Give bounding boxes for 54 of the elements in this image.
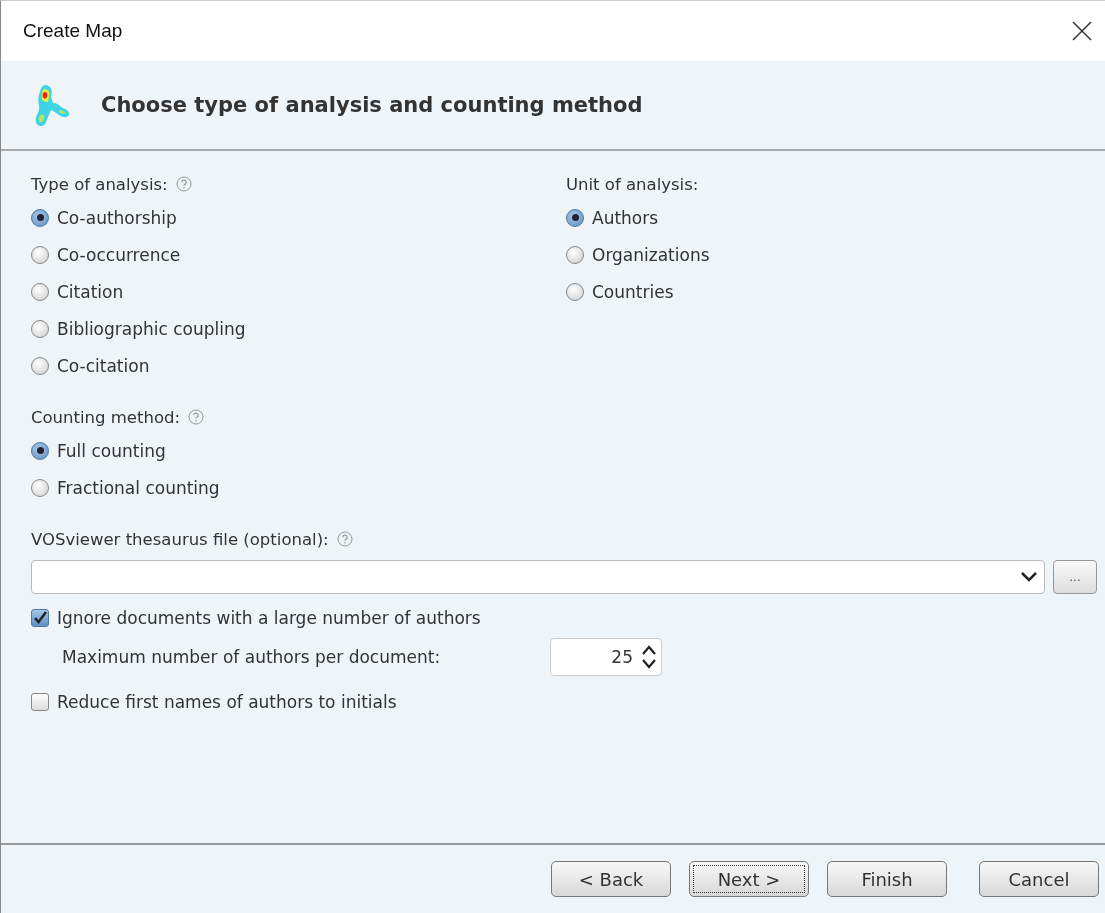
radio-label[interactable]: Co-occurrence — [57, 244, 181, 265]
up-down-arrows-icon[interactable] — [641, 644, 657, 670]
radio-button[interactable] — [31, 245, 49, 264]
radio-label[interactable]: Authors — [592, 207, 659, 228]
radio-button[interactable] — [31, 356, 49, 375]
radio-button[interactable] — [566, 208, 584, 227]
help-icon[interactable] — [175, 176, 192, 192]
section-label: Type of analysis: — [31, 173, 168, 196]
dialog-button[interactable]: Next > — [689, 861, 809, 897]
field-label: Maximum number of authors per document: — [62, 647, 442, 667]
radio-option[interactable]: Bibliographic coupling — [31, 310, 566, 347]
dialog-button[interactable]: Cancel — [979, 861, 1099, 897]
radio-button[interactable] — [566, 282, 584, 301]
page-heading: Choose type of analysis and counting method — [101, 93, 643, 117]
max-authors-spinner[interactable]: 25 — [550, 638, 662, 676]
radio-button[interactable] — [31, 478, 49, 497]
radio-option[interactable]: Co-authorship — [31, 199, 566, 236]
window-title: Create Map — [23, 20, 123, 42]
section-label: VOSviewer thesaurus file (optional): — [31, 528, 329, 551]
checkbox[interactable] — [31, 609, 49, 627]
radio-label[interactable]: Organizations — [592, 244, 710, 265]
radio-option[interactable]: Authors — [566, 199, 710, 236]
dialog-button[interactable]: Finish — [827, 861, 947, 897]
checkbox[interactable] — [31, 693, 49, 711]
section-label: Unit of analysis: — [566, 173, 699, 196]
radio-option[interactable]: Full counting — [31, 432, 1105, 469]
radio-label[interactable]: Fractional counting — [57, 477, 220, 498]
radio-label[interactable]: Citation — [57, 281, 124, 302]
radio-option[interactable]: Citation — [31, 273, 566, 310]
radio-button[interactable] — [31, 319, 49, 338]
radio-label[interactable]: Bibliographic coupling — [57, 318, 246, 339]
dialog-button[interactable]: < Back — [551, 861, 671, 897]
chevron-down-icon — [1020, 571, 1038, 583]
help-icon[interactable] — [188, 409, 205, 425]
radio-option[interactable]: Fractional counting — [31, 469, 1105, 506]
close-icon[interactable] — [1071, 20, 1093, 42]
radio-button[interactable] — [566, 245, 584, 264]
radio-button[interactable] — [31, 441, 49, 460]
help-icon[interactable] — [336, 531, 353, 547]
radio-option[interactable]: Co-occurrence — [31, 236, 566, 273]
section-label: Counting method: — [31, 406, 181, 429]
radio-button[interactable] — [31, 282, 49, 301]
radio-button[interactable] — [31, 208, 49, 227]
radio-label[interactable]: Countries — [592, 281, 674, 302]
checkbox-label[interactable]: Reduce first names of authors to initials — [57, 692, 397, 712]
thesaurus-file-dropdown[interactable] — [31, 560, 1045, 594]
radio-option[interactable]: Co-citation — [31, 347, 566, 384]
radio-label[interactable]: Co-citation — [57, 355, 150, 376]
browse-button[interactable]: ... — [1053, 560, 1097, 594]
checkbox-label[interactable]: Ignore documents with a large number of authors — [57, 608, 481, 628]
radio-label[interactable]: Full counting — [57, 440, 166, 461]
radio-option[interactable]: Countries — [566, 273, 710, 310]
radio-label[interactable]: Co-authorship — [57, 207, 177, 228]
radio-option[interactable]: Organizations — [566, 236, 710, 273]
